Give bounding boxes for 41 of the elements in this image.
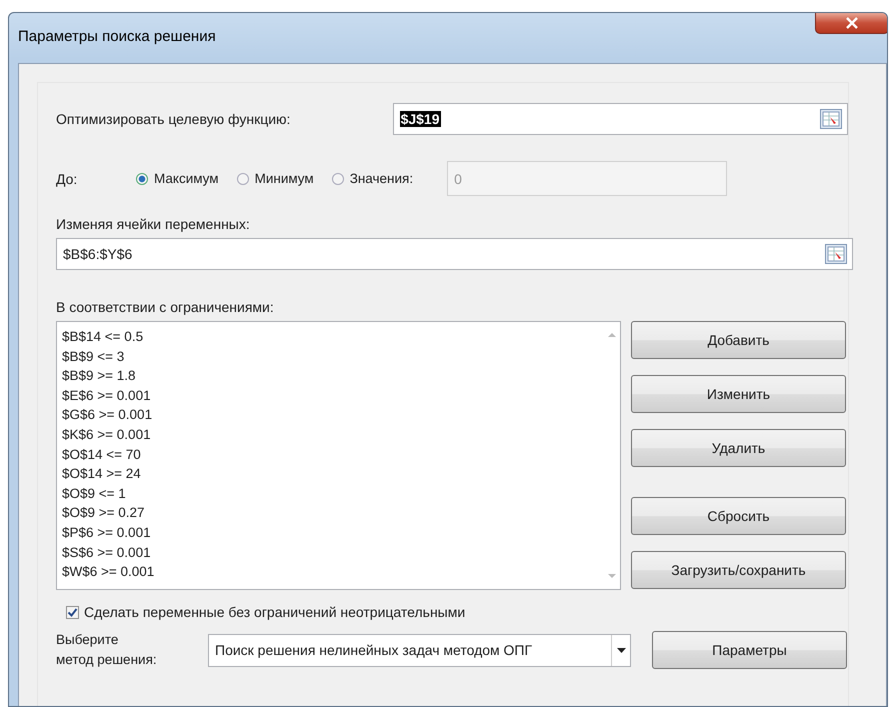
constraint-item[interactable]: $K$6 >= 0.001 <box>62 424 598 445</box>
variables-field[interactable]: $B$6:$Y$6 <box>56 238 853 270</box>
constraint-item[interactable]: $P$6 >= 0.001 <box>62 522 598 543</box>
target-radio[interactable]: Минимум <box>236 171 314 186</box>
objective-label: Оптимизировать целевую функцию: <box>56 111 292 127</box>
target-radio[interactable]: Значения: <box>332 171 414 186</box>
constraint-item[interactable]: $O$14 >= 24 <box>62 464 598 484</box>
constraint-button[interactable]: Удалить <box>631 429 846 467</box>
cell-reference-icon[interactable] <box>820 109 842 129</box>
constraint-item[interactable]: $E$6 >= 0.001 <box>62 386 598 406</box>
constraint-button[interactable]: Сбросить <box>631 497 846 535</box>
dropdown-arrow-icon <box>616 648 626 652</box>
cell-reference-icon[interactable] <box>825 244 847 264</box>
check-icon <box>67 606 78 618</box>
constraint-item[interactable]: $G$6 >= 0.001 <box>62 405 598 425</box>
constraints-list[interactable]: $B$14 <= 0.5 $B$9 <= 3 $B$9 >= 1.8 $E$6 >= 0.001 $G$6 >= 0.001 $K$6 >= 0.001 $O$14 <= 70 $O$14 >= 24 $O$9 <= 1 $O$9 >= 0.27 $P$6 >= 0.001 $S$6 >= 0.001 $W$6 >= 0.001 <box>56 321 621 590</box>
constraint-item[interactable]: $O$9 <= 1 <box>62 484 598 504</box>
constraint-button[interactable]: Добавить <box>631 321 846 359</box>
constraint-item[interactable]: $W$6 >= 0.001 <box>62 562 598 582</box>
constraints-label: В соответствии с ограничениями: <box>56 299 275 315</box>
window-title: Параметры поиска решения <box>18 28 216 45</box>
target-label: До: <box>56 170 78 186</box>
constraint-item[interactable]: $O$9 >= 0.27 <box>62 503 598 523</box>
target-radio[interactable]: Максимум <box>136 171 219 186</box>
scroll-down-icon[interactable] <box>606 573 616 579</box>
constraint-item[interactable]: $B$9 <= 3 <box>62 346 598 366</box>
close-button[interactable] <box>815 13 887 34</box>
constraint-button[interactable]: Загрузить/сохранить <box>631 551 846 589</box>
constraint-item[interactable]: $B$14 <= 0.5 <box>62 327 598 347</box>
variables-label: Изменяя ячейки переменных: <box>56 216 251 232</box>
objective-field[interactable]: $J$19 <box>392 103 848 135</box>
constraint-item[interactable]: $S$6 >= 0.001 <box>62 542 598 562</box>
constraint-item[interactable]: $O$14 <= 70 <box>62 444 598 464</box>
constraint-button[interactable]: Изменить <box>631 375 846 413</box>
close-icon <box>845 17 859 29</box>
method-dropdown[interactable]: Поиск решения нелинейных задач методом ОПГ <box>208 634 631 666</box>
scroll-up-icon[interactable] <box>606 332 616 338</box>
constraint-item[interactable]: $B$9 >= 1.8 <box>62 366 598 386</box>
nonnegative-checkbox[interactable]: Сделать переменные без ограничений неотрицательными <box>66 604 848 620</box>
options-button[interactable]: Параметры <box>652 631 847 669</box>
method-label: Выберите метод решения: <box>56 631 158 669</box>
